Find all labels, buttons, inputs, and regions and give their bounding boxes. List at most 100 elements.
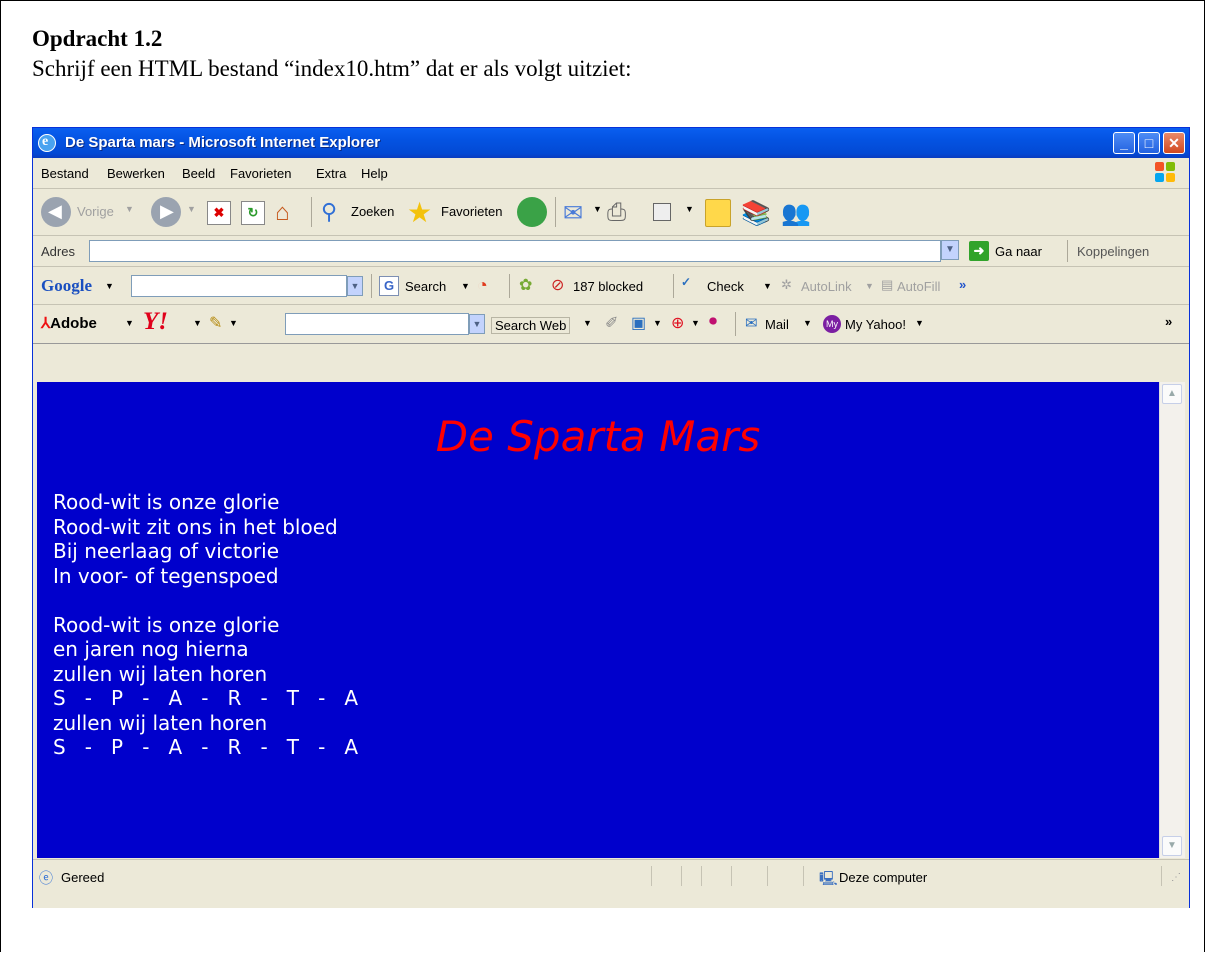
yahoo-mail-label[interactable]: Mail bbox=[765, 317, 789, 332]
menu-beeld[interactable]: Beeld bbox=[182, 166, 215, 181]
lyric-line: In voor- of tegenspoed bbox=[53, 563, 279, 588]
stop-icon[interactable]: ✖ bbox=[207, 201, 231, 225]
spellcheck-button-label[interactable]: Check bbox=[707, 279, 744, 294]
go-button-label[interactable]: Ga naar bbox=[995, 244, 1042, 259]
menu-bewerken[interactable]: Bewerken bbox=[107, 166, 165, 181]
lyric-line: en jaren nog hierna bbox=[53, 637, 249, 661]
menu-extra[interactable]: Extra bbox=[316, 166, 346, 181]
search-button-label[interactable]: Zoeken bbox=[351, 204, 394, 219]
forward-dropdown-icon[interactable]: ▼ bbox=[187, 204, 196, 214]
google-search-input[interactable] bbox=[131, 275, 347, 297]
google-logo[interactable]: Google bbox=[41, 276, 92, 296]
notes-icon[interactable] bbox=[705, 199, 731, 227]
lyric-line: S - P - A - R - T - A bbox=[53, 735, 359, 759]
messenger-icon[interactable]: 👥 bbox=[781, 199, 811, 228]
menu-favorieten[interactable]: Favorieten bbox=[230, 166, 291, 181]
lyric-line: Rood-wit is onze glorie bbox=[53, 612, 280, 637]
history-icon[interactable] bbox=[517, 197, 547, 227]
back-button-label[interactable]: Vorige bbox=[77, 204, 114, 219]
mail-menu-dropdown-icon[interactable]: ▼ bbox=[803, 318, 812, 328]
check-dropdown-icon[interactable]: ▼ bbox=[763, 281, 772, 291]
favorites-button-label[interactable]: Favorieten bbox=[441, 204, 502, 219]
adobe-dropdown-icon[interactable]: ▼ bbox=[125, 318, 134, 328]
lyric-line: zullen wij laten horen bbox=[53, 710, 268, 735]
assignment-instruction: Schrijf een HTML bestand “index10.htm” d… bbox=[32, 56, 632, 81]
google-search-button-label[interactable]: Search bbox=[405, 279, 446, 294]
yahoo-logo[interactable]: Y! bbox=[143, 308, 168, 336]
print-icon[interactable]: ⎙ bbox=[607, 199, 626, 227]
yahoo-search-dropdown-icon[interactable]: ▼ bbox=[469, 314, 485, 334]
search-web-button[interactable]: Search Web bbox=[491, 317, 571, 334]
autofill-button-label[interactable]: AutoFill bbox=[897, 279, 940, 294]
edit-icon[interactable] bbox=[653, 203, 671, 221]
yahoo-dropdown-icon[interactable]: ▼ bbox=[193, 318, 202, 328]
autolink-dropdown-icon[interactable]: ▼ bbox=[865, 281, 874, 291]
mail-dropdown-icon[interactable]: ▼ bbox=[593, 204, 602, 214]
close-button[interactable]: ✕ bbox=[1163, 132, 1185, 154]
blocked-count[interactable]: 187 blocked bbox=[573, 279, 643, 294]
yahoo-toolbar: ⅄Adobe ▼ Y! ▼ ✎ ▼ ▼ Search Web ▼ ✐ ▣ ▼ ⊕… bbox=[33, 305, 1189, 344]
edit-dropdown-icon[interactable]: ▼ bbox=[685, 204, 694, 214]
links-label[interactable]: Koppelingen bbox=[1077, 244, 1149, 259]
page-status-icon: ⓔ bbox=[39, 870, 53, 886]
pen-dropdown-icon[interactable]: ▼ bbox=[229, 318, 238, 328]
menu-bestand[interactable]: Bestand bbox=[41, 166, 89, 181]
bookmarks-dropdown-icon[interactable]: ▼ bbox=[653, 318, 662, 328]
google-toolbar: Google ▼ ▼ G Search ▼ ◔ ✿ ⊘ 187 blocked … bbox=[33, 268, 1189, 305]
pagerank-icon[interactable]: ◔ bbox=[477, 275, 488, 296]
mail-icon[interactable]: ✉ bbox=[563, 199, 583, 228]
google-more-chevron-icon[interactable]: » bbox=[959, 277, 966, 292]
lyric-line: zullen wij laten horen bbox=[53, 661, 268, 686]
lyric-line: Rood-wit zit ons in het bloed bbox=[53, 514, 338, 539]
favorites-star-icon[interactable]: ★ bbox=[407, 196, 432, 229]
lyric-line: Bij neerlaag of victorie bbox=[53, 539, 280, 563]
search-icon[interactable]: ⚲ bbox=[321, 199, 337, 225]
minimize-icon: _ bbox=[1120, 135, 1128, 151]
refresh-icon[interactable]: ↻ bbox=[241, 201, 265, 225]
scroll-down-icon[interactable]: ▼ bbox=[1162, 836, 1182, 856]
my-yahoo-dropdown-icon[interactable]: ▼ bbox=[915, 318, 924, 328]
back-dropdown-icon[interactable]: ▼ bbox=[125, 204, 134, 214]
computer-zone-icon: 🖳 bbox=[819, 870, 838, 886]
home-icon[interactable]: ⌂ bbox=[275, 199, 290, 227]
my-yahoo-icon[interactable]: My bbox=[823, 315, 841, 333]
bookmarks-icon[interactable]: ▣ bbox=[631, 313, 646, 333]
forward-arrow-icon[interactable]: ▶ bbox=[151, 197, 181, 227]
popup-icon[interactable]: ✿ bbox=[519, 275, 532, 295]
target-dropdown-icon[interactable]: ▼ bbox=[691, 318, 700, 328]
google-search-dropdown-icon[interactable]: ▼ bbox=[347, 276, 363, 296]
scroll-up-icon[interactable]: ▲ bbox=[1162, 384, 1182, 404]
google-menu-dropdown-icon[interactable]: ▼ bbox=[105, 281, 114, 291]
highlight-pen-icon[interactable]: ✎ bbox=[209, 313, 222, 333]
back-arrow-icon[interactable]: ◀ bbox=[41, 197, 71, 227]
spellcheck-icon[interactable]: ✓ bbox=[681, 275, 691, 289]
vertical-scrollbar[interactable]: ▲ ▼ bbox=[1159, 382, 1185, 858]
menu-help[interactable]: Help bbox=[361, 166, 388, 181]
maximize-button[interactable]: □ bbox=[1138, 132, 1160, 154]
yahoo-search-input[interactable] bbox=[285, 313, 469, 335]
research-icon[interactable]: 📚 bbox=[741, 199, 771, 228]
autolink-icon[interactable]: ✲ bbox=[781, 277, 792, 293]
music-icon[interactable]: ⏺ bbox=[709, 313, 717, 331]
google-search-icon[interactable]: G bbox=[379, 276, 399, 296]
search-web-dropdown-icon[interactable]: ▼ bbox=[583, 318, 592, 328]
window-title: De Sparta mars - Microsoft Internet Expl… bbox=[65, 134, 381, 151]
address-input[interactable] bbox=[89, 240, 941, 262]
adobe-button[interactable]: ⅄Adobe bbox=[41, 314, 97, 332]
go-arrow-icon[interactable]: ➜ bbox=[969, 241, 989, 261]
popup-blocker-icon[interactable]: ⊘ bbox=[551, 275, 564, 295]
internet-explorer-icon: e bbox=[38, 134, 56, 152]
highlight-icon[interactable]: ✐ bbox=[605, 313, 618, 333]
yahoo-mail-icon[interactable]: ✉ bbox=[745, 314, 758, 332]
address-dropdown-icon[interactable]: ▼ bbox=[941, 240, 959, 260]
resize-grip-icon[interactable]: ⋰ bbox=[1171, 872, 1181, 883]
yahoo-more-chevron-icon[interactable]: » bbox=[1165, 314, 1172, 329]
minimize-button[interactable]: _ bbox=[1113, 132, 1135, 154]
title-bar[interactable]: e De Sparta mars - Microsoft Internet Ex… bbox=[33, 128, 1189, 158]
autofill-icon[interactable]: ▤ bbox=[881, 277, 893, 293]
google-search-menu-icon[interactable]: ▼ bbox=[461, 281, 470, 291]
my-yahoo-label[interactable]: My Yahoo! bbox=[845, 317, 906, 332]
autolink-button-label[interactable]: AutoLink bbox=[801, 279, 852, 294]
menu-bar: Bestand Bewerken Beeld Favorieten Extra … bbox=[33, 158, 1189, 189]
target-icon[interactable]: ⊕ bbox=[671, 313, 684, 333]
